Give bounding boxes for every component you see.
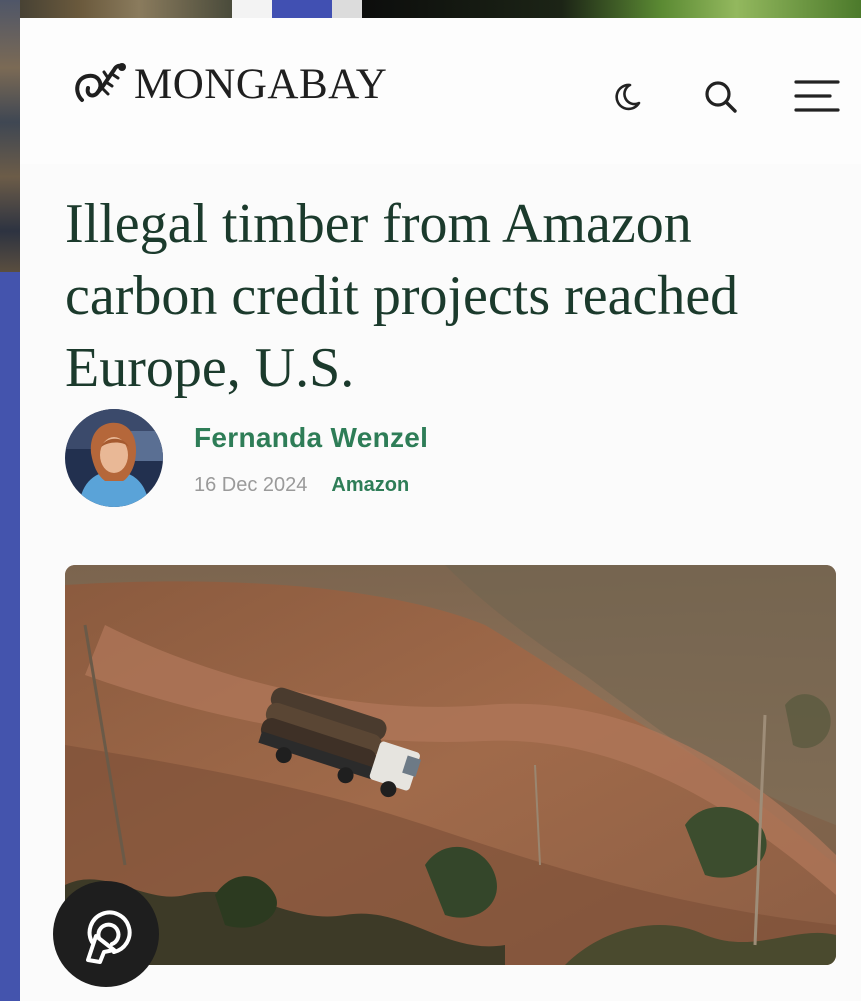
background-tile: [332, 0, 362, 18]
background-photo-foliage: [362, 0, 861, 18]
author-avatar[interactable]: [65, 409, 163, 507]
article-meta: 16 Dec 2024 Amazon: [194, 474, 409, 497]
publish-date: 16 Dec 2024: [194, 474, 308, 496]
background-strip: [0, 272, 20, 1001]
search-icon[interactable]: [700, 76, 742, 118]
menu-icon[interactable]: [794, 76, 840, 116]
assistant-button[interactable]: [53, 881, 159, 987]
site-header: MONGABAY: [20, 18, 861, 164]
author-name[interactable]: Fernanda Wenzel: [194, 422, 428, 454]
cursor-spark-icon: [86, 910, 132, 964]
site-logo[interactable]: MONGABAY: [68, 56, 387, 112]
hero-image[interactable]: [65, 565, 836, 965]
gecko-logo-icon: [75, 63, 126, 102]
background-tile: [232, 0, 272, 18]
topic-tag[interactable]: Amazon: [331, 474, 409, 497]
background-tile: [272, 0, 332, 18]
article-card: MONGABAY Illegal timber from Amazon carb…: [20, 18, 861, 1001]
background-photo-top: [0, 0, 232, 18]
background-photo-left: [0, 0, 20, 272]
moon-icon[interactable]: [608, 76, 648, 116]
article-title: Illegal timber from Amazon carbon credit…: [65, 193, 739, 399]
hero-photo: [65, 565, 836, 965]
site-logo-text: MONGABAY: [134, 60, 388, 108]
